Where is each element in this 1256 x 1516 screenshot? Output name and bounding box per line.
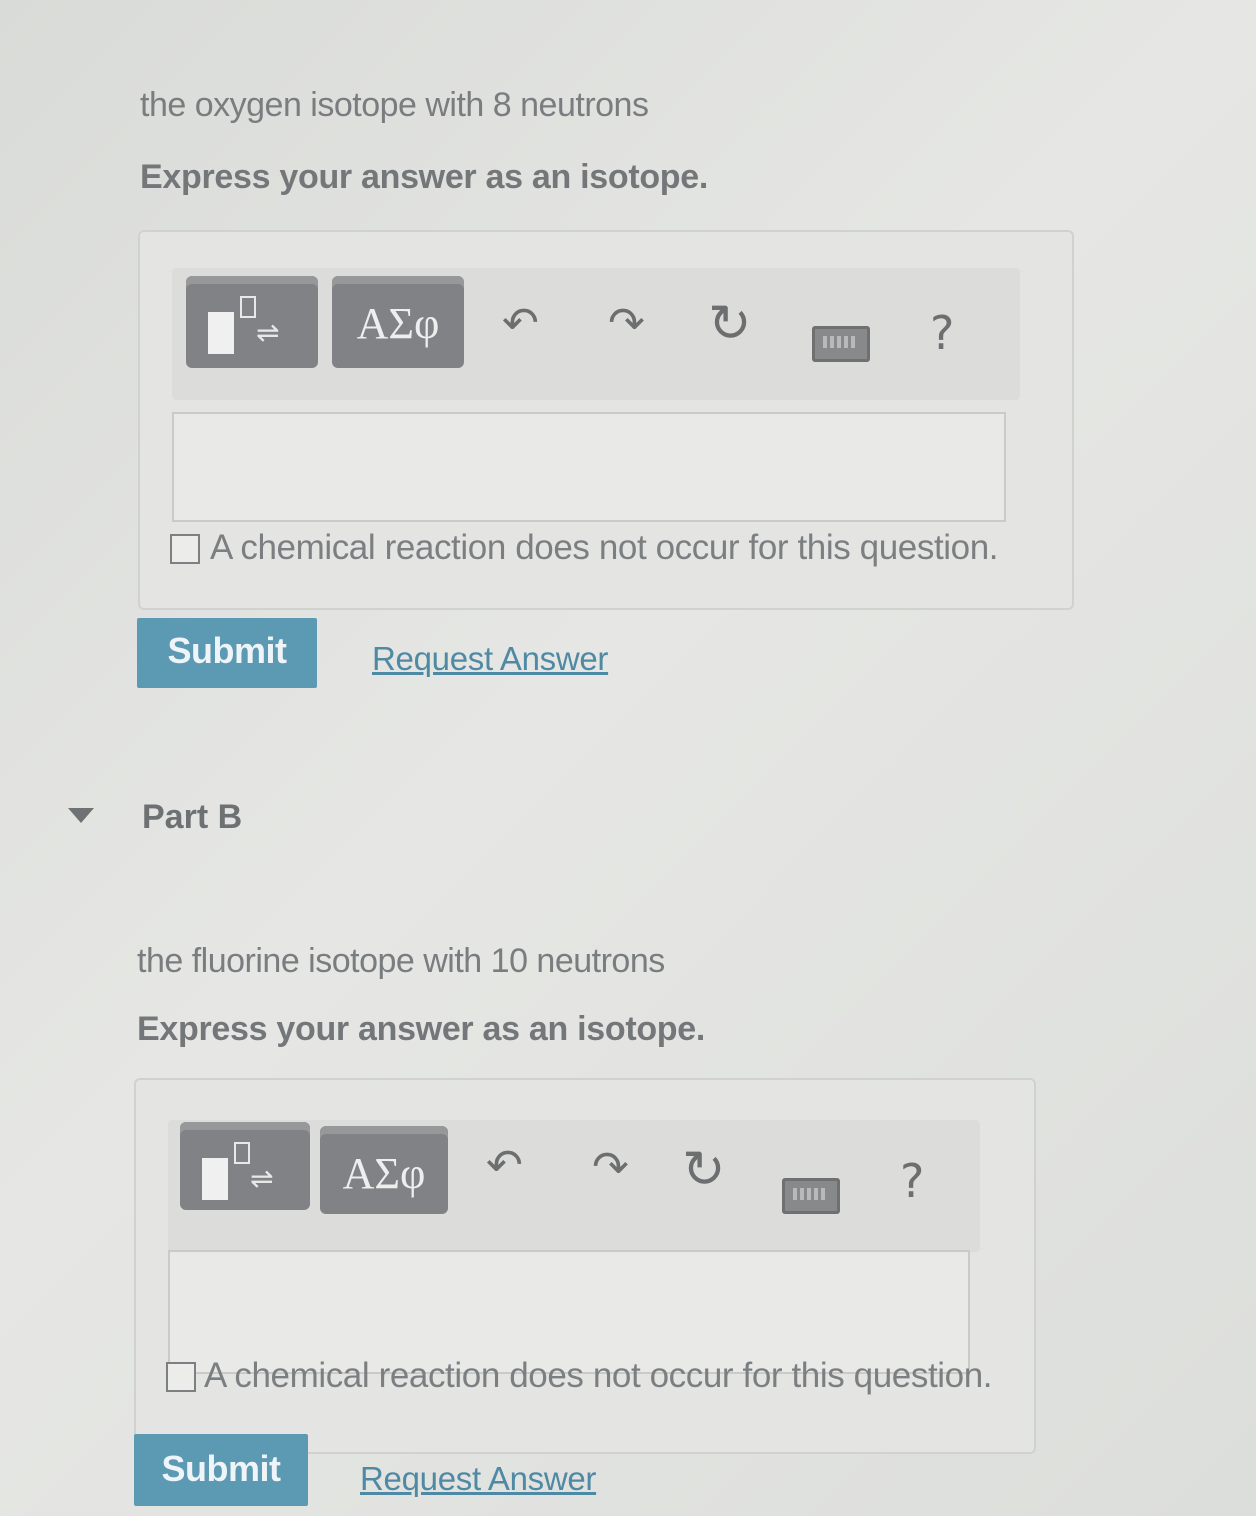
part-b-no-reaction-checkbox[interactable] — [166, 1362, 196, 1392]
redo-icon[interactable]: ↷ — [592, 1142, 629, 1193]
part-a-submit-button[interactable]: Submit — [137, 618, 317, 688]
help-button[interactable]: ? — [900, 1154, 924, 1208]
reset-icon[interactable]: ↻ — [682, 1140, 726, 1200]
reset-icon[interactable]: ↻ — [708, 294, 752, 354]
part-b-instruction: Express your answer as an isotope. — [137, 1010, 706, 1048]
part-a-answer-input[interactable] — [172, 412, 1006, 522]
undo-icon[interactable]: ↶ — [486, 1140, 523, 1191]
part-b-request-answer-link[interactable]: Request Answer — [360, 1460, 596, 1498]
part-b-question: the fluorine isotope with 10 neutrons — [137, 942, 665, 980]
part-b-submit-button[interactable]: Submit — [134, 1434, 308, 1506]
part-a-toolbar: ⇌ ΑΣφ ↶ ↷ ↻ ? — [172, 268, 1020, 400]
templates-button[interactable]: ⇌ — [180, 1122, 310, 1210]
keyboard-icon[interactable] — [782, 1178, 840, 1214]
undo-icon[interactable]: ↶ — [502, 298, 539, 349]
redo-icon[interactable]: ↷ — [608, 298, 645, 349]
part-b-no-reaction-label: A chemical reaction does not occur for t… — [204, 1356, 993, 1395]
part-b-collapse-toggle[interactable] — [68, 808, 94, 823]
greek-symbols-label: ΑΣφ — [342, 1149, 426, 1198]
part-b-title: Part B — [142, 798, 243, 836]
help-button[interactable]: ? — [930, 306, 954, 360]
templates-button[interactable]: ⇌ — [186, 276, 318, 368]
part-a-no-reaction-label: A chemical reaction does not occur for t… — [210, 528, 999, 567]
greek-symbols-button[interactable]: ΑΣφ — [332, 276, 464, 368]
part-a-request-answer-link[interactable]: Request Answer — [372, 640, 608, 678]
part-a-question: the oxygen isotope with 8 neutrons — [140, 86, 649, 124]
part-b-answer-panel: ⇌ ΑΣφ ↶ ↷ ↻ ? A chemical reaction does n… — [134, 1078, 1036, 1454]
part-b-toolbar: ⇌ ΑΣφ ↶ ↷ ↻ ? — [168, 1120, 980, 1252]
part-a-instruction: Express your answer as an isotope. — [140, 158, 709, 196]
part-a-no-reaction-checkbox[interactable] — [170, 534, 200, 564]
greek-symbols-label: ΑΣφ — [356, 299, 440, 348]
keyboard-icon[interactable] — [812, 326, 870, 362]
part-a-answer-panel: ⇌ ΑΣφ ↶ ↷ ↻ ? A chemical reaction does n… — [138, 230, 1074, 610]
greek-symbols-button[interactable]: ΑΣφ — [320, 1126, 448, 1214]
